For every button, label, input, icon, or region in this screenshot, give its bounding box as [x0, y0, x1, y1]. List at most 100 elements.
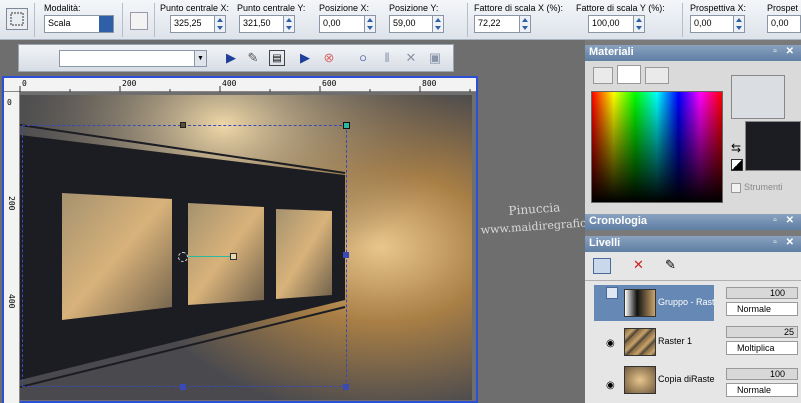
cancel-icon[interactable]: ✕: [403, 50, 419, 66]
layer-properties-icon[interactable]: ✎: [665, 257, 676, 273]
deform-handle[interactable]: [343, 122, 350, 129]
position-x-field[interactable]: 0,00: [319, 15, 365, 33]
tab-spectrum-icon[interactable]: [617, 65, 641, 84]
tab-swatches-icon[interactable]: [645, 67, 669, 84]
scale-y-field[interactable]: 100,00: [588, 15, 634, 33]
scale-x-spinner[interactable]: [520, 15, 531, 33]
panel-controls[interactable]: ▫ ✕: [773, 215, 797, 226]
pause-icon[interactable]: ‖: [379, 50, 395, 66]
deform-tool-icon: [6, 8, 28, 30]
blend-select[interactable]: Normale: [726, 302, 798, 316]
livelli-panel-title: Livelli ▫ ✕: [585, 236, 801, 252]
strumenti-checkbox[interactable]: [731, 183, 741, 193]
blend-mode: Normale: [737, 385, 772, 395]
perspective-x-label: Prospettiva X:: [690, 3, 747, 13]
chevron-down-icon[interactable]: ▼: [194, 51, 206, 66]
mode-select[interactable]: Scala: [44, 15, 114, 33]
materiali-title: Materiali: [589, 46, 634, 58]
opacity-value: 100: [769, 369, 785, 379]
center-x-field[interactable]: 325,25: [170, 15, 215, 33]
tab-frame-icon[interactable]: [593, 67, 613, 84]
perspective-x-field[interactable]: 0,00: [690, 15, 734, 33]
delete-layer-icon[interactable]: ✕: [633, 257, 644, 273]
panel-controls[interactable]: ▫ ✕: [773, 46, 797, 57]
opacity-slider[interactable]: 25: [726, 326, 798, 338]
position-x-label: Posizione X:: [319, 3, 370, 13]
center-x-label: Punto centrale X:: [160, 3, 230, 13]
edit-script-icon[interactable]: ✎: [245, 50, 261, 66]
run-selected-icon[interactable]: ▶: [297, 50, 313, 66]
canvas-artwork[interactable]: [20, 95, 472, 400]
center-y-field[interactable]: 321,50: [239, 15, 284, 33]
position-y-field[interactable]: 59,00: [389, 15, 433, 33]
panel-controls[interactable]: ▫ ✕: [773, 237, 797, 248]
ruler-label: 200: [7, 196, 16, 211]
blend-select[interactable]: Normale: [726, 383, 798, 397]
layer-name: Gruppo - Rast: [658, 297, 715, 307]
scale-x-label: Fattore di scala X (%):: [474, 3, 564, 13]
default-colors-icon[interactable]: [731, 159, 743, 171]
chevron-down-icon[interactable]: [99, 16, 113, 32]
materiali-panel-title: Materiali ▫ ✕: [585, 45, 801, 61]
save-icon[interactable]: ▣: [427, 50, 443, 66]
deform-handle[interactable]: [180, 122, 186, 128]
swap-colors-icon[interactable]: ⇆: [731, 141, 741, 155]
scale-y-spinner[interactable]: [634, 15, 645, 33]
foreground-swatch[interactable]: [731, 75, 785, 119]
preset-icon[interactable]: [130, 12, 148, 30]
script-mode-icon[interactable]: ▤: [269, 50, 285, 66]
script-select[interactable]: ▼: [59, 50, 207, 67]
perspective-x-spinner[interactable]: [734, 15, 745, 33]
layer-thumbnail: [624, 289, 656, 317]
watermark: Pinuccia www.maidiregrafica.eu: [479, 196, 610, 240]
ruler-label: 800: [422, 79, 437, 88]
eye-icon[interactable]: ◉: [606, 338, 615, 349]
cronologia-panel-title[interactable]: Cronologia ▫ ✕: [585, 214, 801, 230]
layer-row[interactable]: ◉ Raster 1: [594, 324, 714, 360]
deform-handle[interactable]: [343, 252, 349, 258]
opacity-slider[interactable]: 100: [726, 287, 798, 299]
layer-row[interactable]: Gruppo - Rast: [594, 285, 715, 321]
expand-icon[interactable]: [606, 287, 618, 299]
new-layer-icon[interactable]: [593, 258, 611, 274]
run-script-icon[interactable]: ▶: [223, 50, 239, 66]
eye-icon[interactable]: ◉: [606, 380, 615, 391]
blend-mode: Moltiplica: [737, 343, 775, 353]
scale-x-field[interactable]: 72,22: [474, 15, 520, 33]
stop-icon[interactable]: ⊗: [321, 50, 337, 66]
layer-opacity-control[interactable]: 100 Normale: [726, 368, 798, 398]
ruler-vertical: 0 200 400: [4, 92, 20, 403]
deform-handle[interactable]: [343, 384, 349, 390]
layer-opacity-control[interactable]: 100 Normale: [726, 287, 798, 317]
layer-thumbnail: [624, 366, 656, 394]
perspective-y-field[interactable]: 0,00: [767, 15, 801, 33]
mode-value: Scala: [48, 18, 71, 28]
blend-select[interactable]: Moltiplica: [726, 341, 798, 355]
script-toolbar: ▼ ▶ ✎ ▤ ▶ ⊗ ○ ‖ ✕ ▣: [18, 44, 454, 72]
center-x-spinner[interactable]: [215, 15, 226, 33]
tool-options-bar: Modalità: Scala Punto centrale X: 325,25…: [0, 0, 801, 40]
opacity-value: 100: [769, 288, 785, 298]
layer-row[interactable]: ◉ Copia diRaste: [594, 362, 715, 398]
ruler-label: 0: [7, 98, 12, 107]
background-swatch[interactable]: [745, 121, 801, 171]
opacity-slider[interactable]: 100: [726, 368, 798, 380]
blend-mode: Normale: [737, 304, 772, 314]
livelli-title: Livelli: [589, 237, 621, 249]
layer-opacity-control[interactable]: 25 Moltiplica: [726, 326, 798, 356]
script-toolbar-area: ▼ ▶ ✎ ▤ ▶ ⊗ ○ ‖ ✕ ▣: [0, 40, 585, 76]
layer-name: Copia diRaste: [658, 374, 715, 384]
ruler-label: 200: [122, 79, 137, 88]
strumenti-label: Strumenti: [744, 182, 783, 192]
rotation-pivot[interactable]: [178, 252, 188, 262]
ruler-label: 0: [22, 79, 27, 88]
position-x-spinner[interactable]: [365, 15, 376, 33]
rotation-handle-knob[interactable]: [230, 253, 237, 260]
layers-divider: [585, 280, 801, 281]
record-icon[interactable]: ○: [355, 50, 371, 66]
color-spectrum[interactable]: [591, 91, 723, 203]
deform-handle[interactable]: [180, 384, 186, 390]
position-y-spinner[interactable]: [433, 15, 444, 33]
rotation-handle[interactable]: [188, 256, 232, 257]
center-y-spinner[interactable]: [284, 15, 295, 33]
